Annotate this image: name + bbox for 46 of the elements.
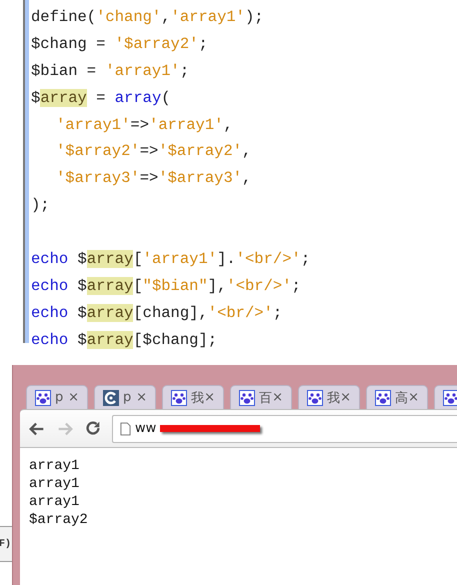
code-line: echo $array["$bian"],'<br/>'; bbox=[31, 276, 301, 295]
paw-icon bbox=[171, 390, 187, 406]
output-line: array1 bbox=[29, 493, 80, 511]
code-line: echo $array[$chang]; bbox=[31, 330, 218, 349]
tab-title: 百 bbox=[259, 390, 272, 406]
close-icon[interactable]: × bbox=[204, 390, 215, 405]
code-line: '$array2'=>'$array2', bbox=[56, 142, 252, 160]
paw-icon bbox=[443, 390, 457, 406]
close-icon[interactable]: × bbox=[136, 390, 147, 405]
code-line: echo $array[chang],'<br/>'; bbox=[31, 304, 282, 322]
close-icon[interactable]: × bbox=[272, 390, 283, 405]
code-line: define('chang','array1'); bbox=[31, 8, 264, 26]
code-line: $bian = 'array1'; bbox=[31, 62, 190, 80]
output-line: $array2 bbox=[29, 511, 89, 529]
paw-icon bbox=[35, 390, 51, 406]
page-icon bbox=[120, 422, 131, 436]
code-line: 'array1'=>'array1', bbox=[56, 116, 233, 134]
code-line: ); bbox=[31, 196, 50, 214]
tab-title: p bbox=[123, 390, 132, 405]
code-line: echo $array['array1'].'<br/>'; bbox=[31, 250, 310, 268]
output-line: array1 bbox=[29, 475, 80, 493]
code-line: $array = array( bbox=[31, 88, 171, 107]
tab-title: 我 bbox=[191, 390, 204, 406]
browser-tab[interactable]: 我× bbox=[162, 385, 224, 409]
code-line: '$array3'=>'$array3', bbox=[56, 169, 252, 188]
output-line: array1 bbox=[29, 457, 80, 475]
close-icon[interactable]: × bbox=[408, 390, 419, 405]
browser-tab[interactable]: 我× bbox=[298, 385, 360, 409]
close-icon[interactable]: × bbox=[340, 390, 351, 405]
tab-title: 我 bbox=[327, 390, 340, 406]
browser-tab[interactable]: p × bbox=[26, 385, 88, 409]
reload-icon[interactable] bbox=[84, 420, 102, 438]
paw-icon bbox=[307, 390, 323, 406]
address-bar[interactable]: ww bbox=[112, 414, 457, 442]
close-icon[interactable]: × bbox=[68, 390, 79, 405]
swirl-icon bbox=[103, 390, 119, 406]
tab-title: 高 bbox=[395, 390, 408, 406]
code-line: $chang = '$array2'; bbox=[31, 34, 208, 53]
paw-icon bbox=[375, 390, 391, 406]
paw-icon bbox=[239, 390, 255, 406]
tab-title: p bbox=[55, 390, 64, 405]
url-text: ww bbox=[135, 421, 156, 436]
panel-text: F) bbox=[0, 538, 12, 550]
browser-tab[interactable]: 高× bbox=[366, 385, 428, 409]
browser-tab[interactable]: 百× bbox=[230, 385, 292, 409]
browser-tab[interactable]: p × bbox=[94, 385, 156, 409]
